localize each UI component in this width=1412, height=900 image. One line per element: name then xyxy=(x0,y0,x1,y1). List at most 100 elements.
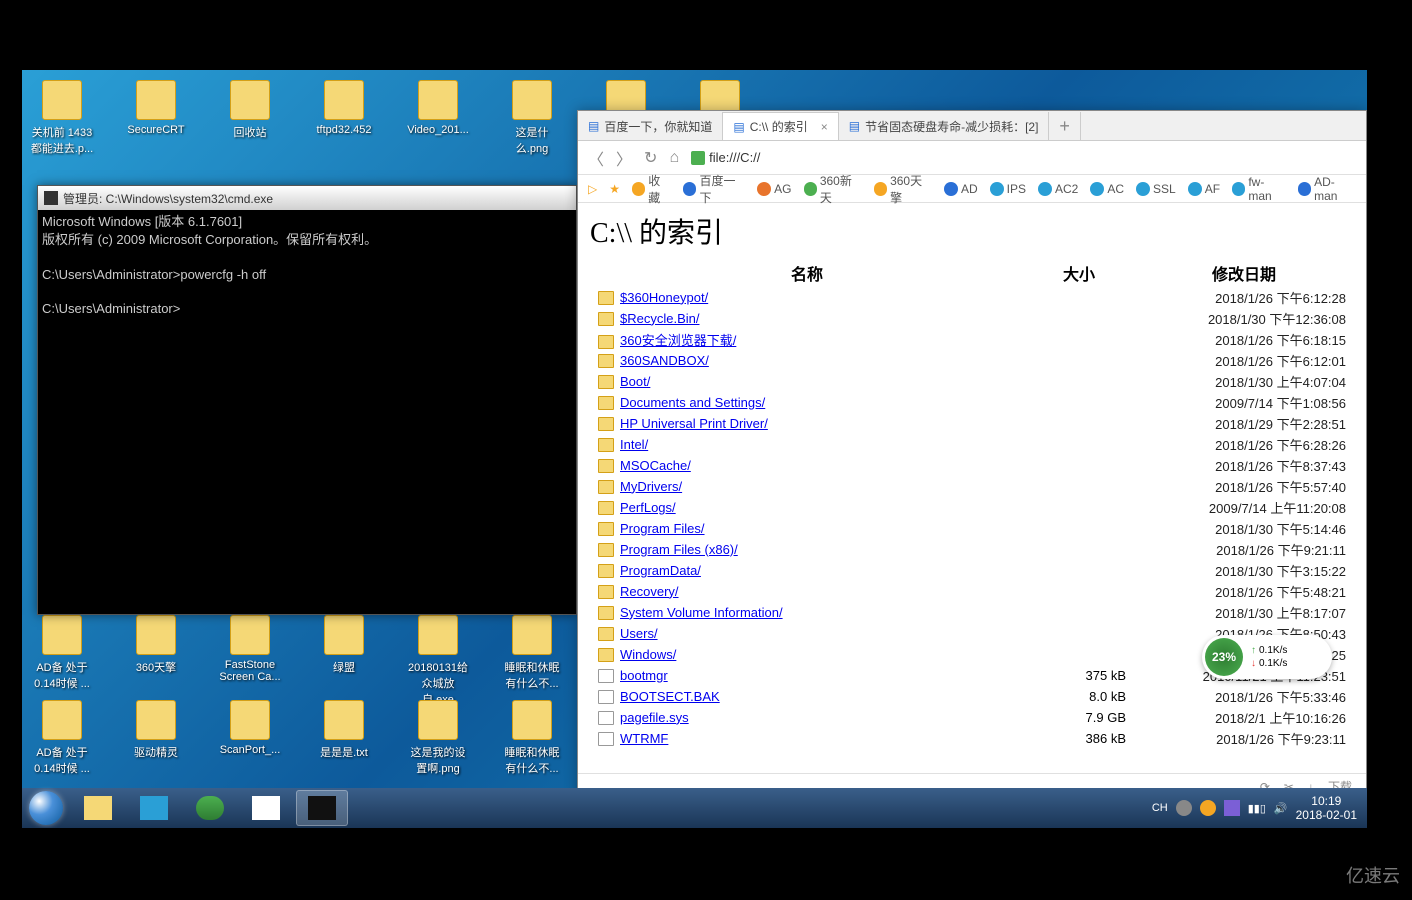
taskbar-paint[interactable] xyxy=(240,790,292,826)
table-row: System Volume Information/2018/1/30 上午8:… xyxy=(590,602,1354,623)
taskbar-cmd[interactable] xyxy=(296,790,348,826)
folder-icon xyxy=(324,700,364,740)
bookmark-item[interactable]: 360天擎 xyxy=(874,172,932,206)
desktop-icon[interactable]: 驱动精灵 xyxy=(124,700,188,776)
file-link[interactable]: MSOCache/ xyxy=(620,458,691,473)
bookmarks-root-icon[interactable]: ▷ xyxy=(588,182,597,196)
file-link[interactable]: HP Universal Print Driver/ xyxy=(620,416,768,431)
file-link[interactable]: PerfLogs/ xyxy=(620,500,676,515)
desktop-icon[interactable]: ScanPort_... xyxy=(218,700,282,776)
desktop-icon[interactable]: AD备 处于 0.14时候 ... xyxy=(30,615,94,707)
file-size: 375 kB xyxy=(1024,665,1134,686)
file-link[interactable]: bootmgr xyxy=(620,668,668,683)
bookmark-item[interactable]: AC xyxy=(1090,182,1124,196)
desktop-icon[interactable]: tftpd32.452 xyxy=(312,80,376,156)
file-size xyxy=(1024,539,1134,560)
desktop-icon[interactable]: SecureCRT xyxy=(124,80,188,156)
bookmark-item[interactable]: 百度一下 xyxy=(683,172,745,206)
forward-button[interactable]: 〉 xyxy=(616,146,632,170)
perf-widget[interactable]: 23% ↑0.1K/s ↓0.1K/s xyxy=(1202,635,1332,679)
file-link[interactable]: Documents and Settings/ xyxy=(620,395,765,410)
plus-icon: + xyxy=(1059,116,1070,137)
browser-tab[interactable]: ▤C:\\ 的索引× xyxy=(723,112,838,140)
close-icon[interactable]: × xyxy=(821,120,828,134)
file-link[interactable]: pagefile.sys xyxy=(620,710,689,725)
taskbar-thunder[interactable] xyxy=(128,790,180,826)
file-size xyxy=(1024,371,1134,392)
bookmark-item[interactable]: fw-man xyxy=(1232,175,1286,203)
bookmark-item[interactable]: AD-man xyxy=(1298,175,1356,203)
refresh-button[interactable]: ↻ xyxy=(644,148,657,168)
url-field[interactable]: file:///C:// xyxy=(691,150,1356,165)
taskbar-ie[interactable] xyxy=(184,790,236,826)
file-link[interactable]: BOOTSECT.BAK xyxy=(620,689,720,704)
bookmark-item[interactable]: IPS xyxy=(990,182,1026,196)
star-icon[interactable]: ★ xyxy=(609,182,620,196)
taskbar-explorer[interactable] xyxy=(72,790,124,826)
bookmark-item[interactable]: AG xyxy=(757,182,791,196)
home-button[interactable]: ⌂ xyxy=(669,149,679,167)
bookmark-icon xyxy=(944,182,958,196)
file-size xyxy=(1024,329,1134,350)
cmd-window[interactable]: 管理员: C:\Windows\system32\cmd.exe Microso… xyxy=(37,185,577,615)
file-link[interactable]: Windows/ xyxy=(620,647,676,662)
start-button[interactable] xyxy=(22,788,70,828)
bookmark-item[interactable]: AF xyxy=(1188,182,1220,196)
file-link[interactable]: $Recycle.Bin/ xyxy=(620,311,699,326)
back-button[interactable]: 〈 xyxy=(588,146,604,170)
bookmark-item[interactable]: SSL xyxy=(1136,182,1176,196)
file-link[interactable]: MyDrivers/ xyxy=(620,479,682,494)
desktop-icon[interactable]: FastStone Screen Ca... xyxy=(218,615,282,707)
desktop-icon[interactable]: 关机前 1433 都能进去.p... xyxy=(30,80,94,156)
file-link[interactable]: Recovery/ xyxy=(620,584,679,599)
file-link[interactable]: ProgramData/ xyxy=(620,563,701,578)
desktop-icon[interactable]: AD备 处于 0.14时候 ... xyxy=(30,700,94,776)
file-link[interactable]: Boot/ xyxy=(620,374,650,389)
icon-label: 回收站 xyxy=(218,124,282,140)
file-size: 386 kB xyxy=(1024,728,1134,749)
file-link[interactable]: Users/ xyxy=(620,626,658,641)
file-link[interactable]: 360安全浏览器下载/ xyxy=(620,333,736,348)
bookmark-item[interactable]: AD xyxy=(944,182,978,196)
cmd-titlebar[interactable]: 管理员: C:\Windows\system32\cmd.exe xyxy=(38,186,576,210)
bookmark-icon xyxy=(1136,182,1150,196)
file-link[interactable]: $360Honeypot/ xyxy=(620,290,708,305)
file-link[interactable]: 360SANDBOX/ xyxy=(620,353,709,368)
wifi-icon[interactable]: ▮▮▯ xyxy=(1248,802,1266,815)
desktop-icon[interactable]: 这是我的设 置啊.png xyxy=(406,700,470,776)
folder-icon xyxy=(598,417,614,431)
volume-icon[interactable]: 🔊 xyxy=(1274,802,1288,815)
cmd-body[interactable]: Microsoft Windows [版本 6.1.7601] 版权所有 (c)… xyxy=(38,210,576,323)
desktop-icon[interactable]: 睡眠和休眠 有什么不... xyxy=(500,615,564,707)
file-size xyxy=(1024,308,1134,329)
desktop-icon[interactable]: 360天擎 xyxy=(124,615,188,707)
tray-icon-1[interactable] xyxy=(1176,800,1192,816)
file-link[interactable]: Intel/ xyxy=(620,437,648,452)
table-row: $360Honeypot/2018/1/26 下午6:12:28 xyxy=(590,287,1354,308)
bookmark-item[interactable]: 360新天 xyxy=(804,172,862,206)
desktop-icon[interactable]: Video_201... xyxy=(406,80,470,156)
file-link[interactable]: WTRMF xyxy=(620,731,668,746)
ime-indicator[interactable]: CH xyxy=(1152,802,1168,814)
new-tab-button[interactable]: + xyxy=(1049,112,1081,140)
desktop-icon[interactable]: 是是是.txt xyxy=(312,700,376,776)
browser-tab[interactable]: ▤节省固态硬盘寿命-减少损耗：[2] xyxy=(839,112,1050,140)
browser-tabs: ▤百度一下，你就知道▤C:\\ 的索引×▤节省固态硬盘寿命-减少损耗：[2] + xyxy=(578,111,1366,141)
perf-pct: 23% xyxy=(1205,638,1243,676)
desktop-icon[interactable]: 20180131给 众城放自.exe xyxy=(406,615,470,707)
desktop-icon[interactable]: 这是什么.png xyxy=(500,80,564,156)
tray-icon-3[interactable] xyxy=(1224,800,1240,816)
desktop-icon[interactable]: 睡眠和休眠 有什么不... xyxy=(500,700,564,776)
desktop-icon[interactable]: 绿盟 xyxy=(312,615,376,707)
bookmark-item[interactable]: 收藏 xyxy=(632,172,671,206)
file-link[interactable]: Program Files/ xyxy=(620,521,705,536)
bookmark-item[interactable]: AC2 xyxy=(1038,182,1078,196)
clock[interactable]: 10:19 2018-02-01 xyxy=(1296,794,1357,823)
browser-tab[interactable]: ▤百度一下，你就知道 xyxy=(578,112,723,140)
desktop-icon[interactable]: 回收站 xyxy=(218,80,282,156)
browser-window[interactable]: ▤百度一下，你就知道▤C:\\ 的索引×▤节省固态硬盘寿命-减少损耗：[2]+ … xyxy=(577,110,1367,800)
file-link[interactable]: Program Files (x86)/ xyxy=(620,542,738,557)
bookmark-label: 百度一下 xyxy=(699,172,745,206)
file-link[interactable]: System Volume Information/ xyxy=(620,605,783,620)
tray-icon-2[interactable] xyxy=(1200,800,1216,816)
